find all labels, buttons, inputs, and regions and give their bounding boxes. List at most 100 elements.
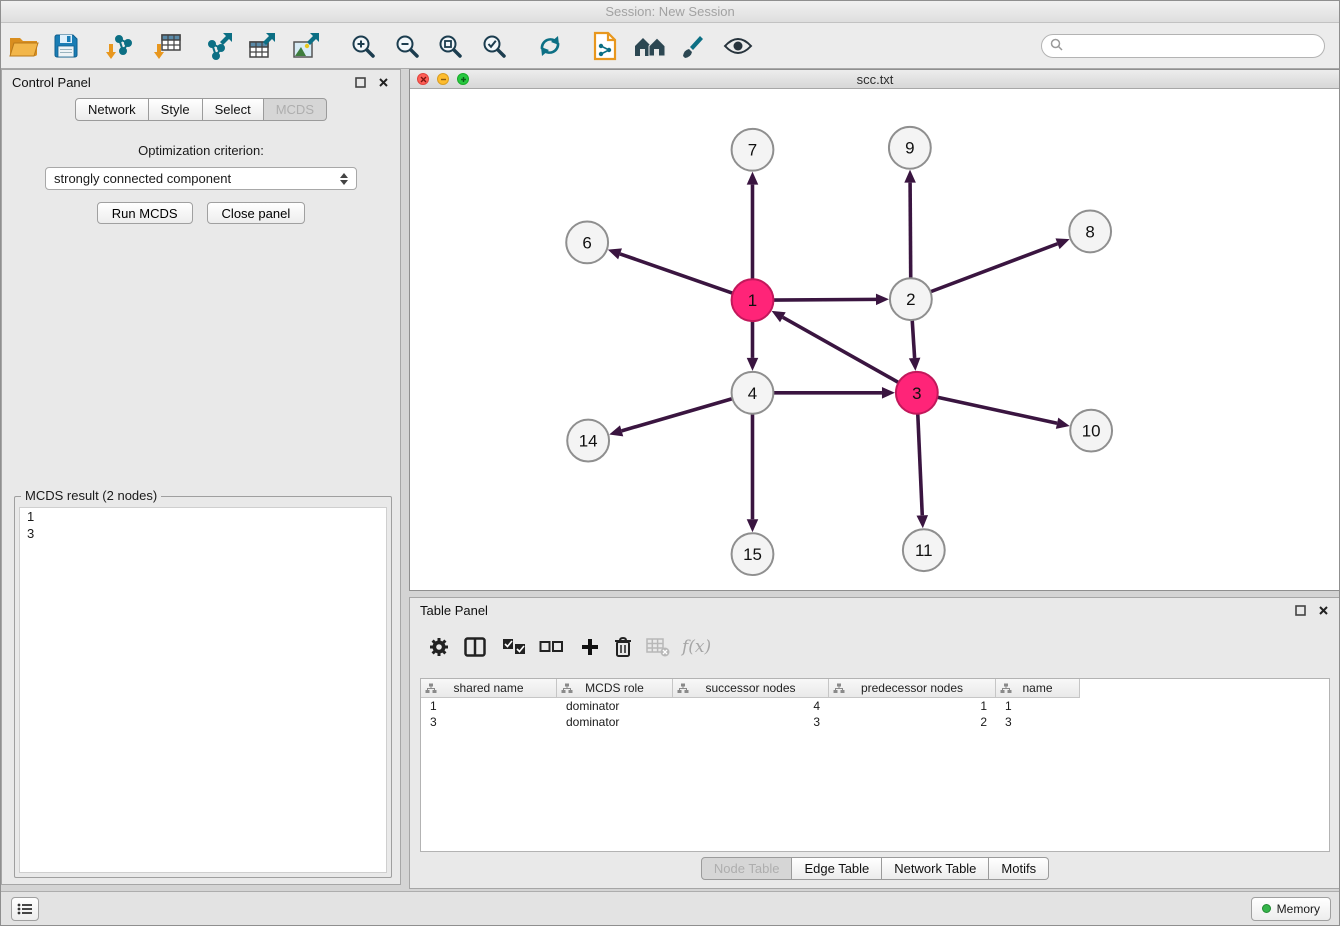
edge-2-3[interactable] xyxy=(912,319,914,358)
tab-network-table[interactable]: Network Table xyxy=(882,857,989,880)
attribute-type-icon xyxy=(1000,683,1012,697)
table-cell[interactable]: 1 xyxy=(421,698,557,714)
edge-1-2[interactable] xyxy=(772,299,876,300)
edge-1-6[interactable] xyxy=(620,254,734,294)
column-header-label: name xyxy=(1022,681,1052,695)
run-mcds-button[interactable]: Run MCDS xyxy=(97,202,193,224)
tab-style[interactable]: Style xyxy=(149,98,203,121)
network-window-title: scc.txt xyxy=(410,72,1340,87)
tab-motifs[interactable]: Motifs xyxy=(989,857,1049,880)
deselect-all-columns-icon[interactable] xyxy=(539,630,564,664)
minimize-window-icon[interactable] xyxy=(437,73,449,85)
column-header-label: MCDS role xyxy=(585,681,644,695)
table-cell[interactable]: 2 xyxy=(829,714,996,730)
task-history-icon[interactable] xyxy=(11,897,39,921)
table-cell[interactable]: 3 xyxy=(673,714,829,730)
choose-columns-icon[interactable] xyxy=(464,630,486,664)
maximize-window-icon[interactable] xyxy=(457,73,469,85)
tab-select[interactable]: Select xyxy=(203,98,264,121)
export-table-icon[interactable] xyxy=(245,28,279,64)
table-cell[interactable]: dominator xyxy=(557,698,673,714)
mcds-result-title: MCDS result (2 nodes) xyxy=(21,488,161,503)
open-folder-icon[interactable] xyxy=(7,28,41,64)
table-cell[interactable]: 1 xyxy=(996,698,1080,714)
select-all-columns-icon[interactable] xyxy=(502,630,527,664)
close-panel-icon[interactable] xyxy=(377,76,390,89)
attribute-type-icon xyxy=(425,683,437,697)
column-header-name[interactable]: name xyxy=(996,679,1080,698)
edge-arrow-4-14 xyxy=(609,425,623,436)
table-row[interactable]: 1dominator411 xyxy=(421,698,1329,714)
edge-3-10[interactable] xyxy=(936,397,1057,423)
table-cell[interactable]: 3 xyxy=(421,714,557,730)
mcds-result-list: 13 xyxy=(19,507,387,873)
table-panel-header: Table Panel xyxy=(410,598,1340,622)
edge-3-1[interactable] xyxy=(783,317,900,383)
node-label-9: 9 xyxy=(905,139,914,158)
home-icon[interactable] xyxy=(633,28,667,64)
network-canvas[interactable]: 7968124314101511 xyxy=(410,90,1340,590)
edge-arrow-4-15 xyxy=(747,519,759,532)
zoom-in-icon[interactable] xyxy=(346,28,380,64)
table-cell[interactable]: 3 xyxy=(996,714,1080,730)
column-header-successor-nodes[interactable]: successor nodes xyxy=(673,679,829,698)
open-document-icon[interactable] xyxy=(588,28,622,64)
memory-status-icon xyxy=(1262,904,1271,913)
search-box[interactable] xyxy=(1041,34,1325,58)
import-table-icon[interactable] xyxy=(150,28,184,64)
table-cell[interactable]: dominator xyxy=(557,714,673,730)
float-panel-icon[interactable] xyxy=(354,76,367,89)
node-label-4: 4 xyxy=(748,384,757,403)
add-column-icon[interactable] xyxy=(580,630,600,664)
table-body: 1dominator4113dominator323 xyxy=(421,698,1329,730)
eye-icon[interactable] xyxy=(721,28,755,64)
column-header-predecessor-nodes[interactable]: predecessor nodes xyxy=(829,679,996,698)
column-header-mcds-role[interactable]: MCDS role xyxy=(557,679,673,698)
apply-layout-icon[interactable] xyxy=(533,28,567,64)
edge-3-11[interactable] xyxy=(918,413,923,516)
optimization-criterion-select[interactable]: strongly connected component xyxy=(45,167,357,190)
status-bar: Memory xyxy=(1,891,1339,925)
save-session-icon[interactable] xyxy=(49,28,83,64)
function-builder-icon: f(x) xyxy=(682,630,711,664)
edge-2-9[interactable] xyxy=(910,183,911,280)
delete-column-icon[interactable] xyxy=(614,630,632,664)
close-panel-button[interactable]: Close panel xyxy=(207,202,306,224)
table-row[interactable]: 3dominator323 xyxy=(421,714,1329,730)
search-input[interactable] xyxy=(1068,38,1316,53)
main-toolbar xyxy=(1,23,1339,69)
memory-label: Memory xyxy=(1277,902,1320,916)
zoom-selected-icon[interactable] xyxy=(477,28,511,64)
memory-button[interactable]: Memory xyxy=(1251,897,1331,921)
tab-node-table[interactable]: Node Table xyxy=(701,857,793,880)
edge-arrow-2-3 xyxy=(909,358,921,371)
float-table-panel-icon[interactable] xyxy=(1294,604,1307,617)
edge-4-14[interactable] xyxy=(622,398,734,431)
export-network-icon[interactable] xyxy=(202,28,236,64)
fx-label: f(x) xyxy=(682,637,711,657)
table-cell[interactable]: 1 xyxy=(829,698,996,714)
edge-arrow-2-9 xyxy=(904,170,916,183)
settings-gear-icon[interactable] xyxy=(428,630,450,664)
edge-arrow-1-6 xyxy=(608,248,622,259)
column-header-label: successor nodes xyxy=(705,681,795,695)
edge-2-8[interactable] xyxy=(929,244,1057,292)
tab-mcds[interactable]: MCDS xyxy=(264,98,327,121)
tab-edge-table[interactable]: Edge Table xyxy=(792,857,882,880)
node-label-10: 10 xyxy=(1082,422,1101,441)
criterion-selected-value: strongly connected component xyxy=(54,171,231,186)
tab-network[interactable]: Network xyxy=(75,98,149,121)
paintbrush-icon[interactable] xyxy=(676,28,710,64)
import-network-icon[interactable] xyxy=(102,28,136,64)
zoom-out-icon[interactable] xyxy=(390,28,424,64)
table-cell[interactable]: 4 xyxy=(673,698,829,714)
table-panel-title: Table Panel xyxy=(420,603,488,618)
table-header-row: shared name MCDS role successor nodes prede… xyxy=(421,679,1329,698)
column-header-shared-name[interactable]: shared name xyxy=(421,679,557,698)
node-label-7: 7 xyxy=(748,141,757,160)
export-image-icon[interactable] xyxy=(289,28,323,64)
close-table-panel-icon[interactable] xyxy=(1317,604,1330,617)
zoom-fit-icon[interactable] xyxy=(433,28,467,64)
optimization-criterion-label: Optimization criterion: xyxy=(2,143,400,158)
close-window-icon[interactable] xyxy=(417,73,429,85)
